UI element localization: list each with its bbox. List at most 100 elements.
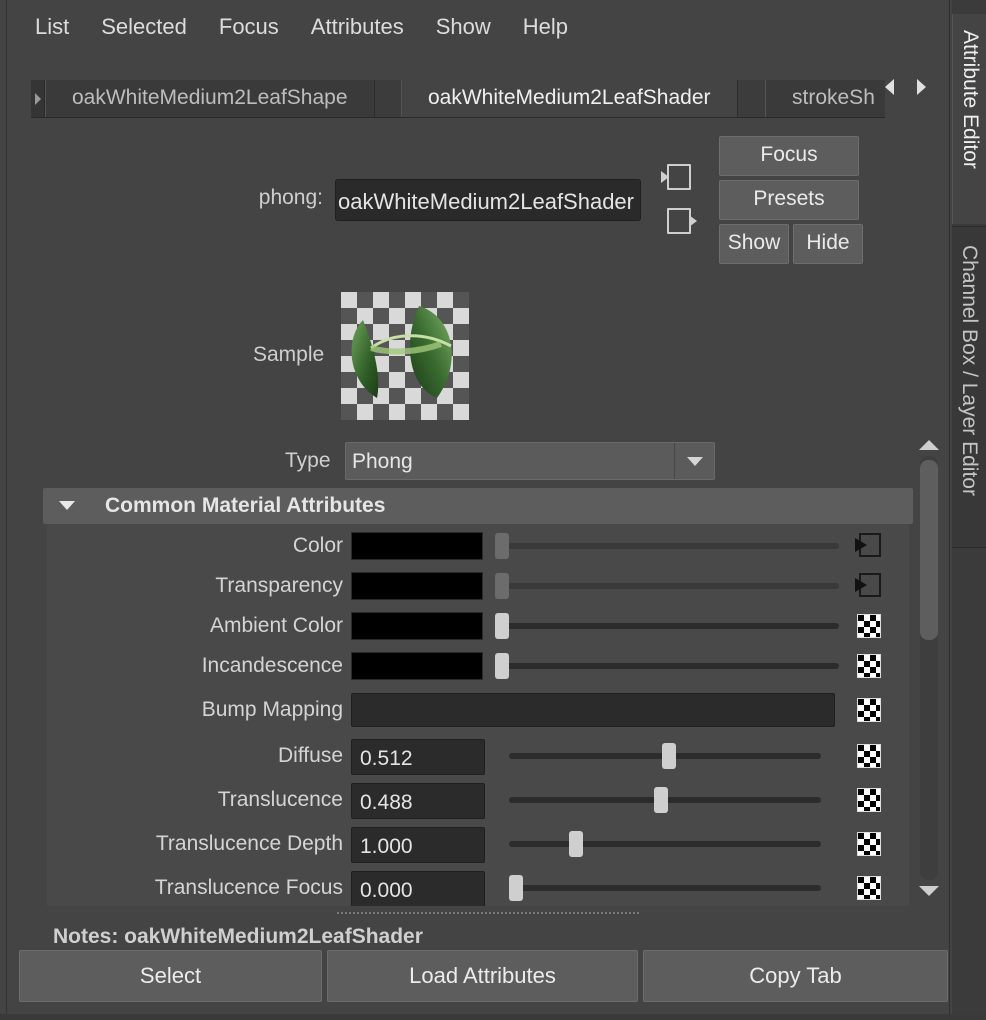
menu-attributes[interactable]: Attributes [295,8,420,52]
map-checker-icon[interactable] [857,832,881,856]
tab-scroll-arrows [881,77,931,99]
material-sample-swatch [341,292,469,420]
menu-list[interactable]: List [19,8,85,52]
attr-row-diffuse: Diffuse 0.512 [47,736,909,776]
splitter-handle[interactable] [337,912,639,914]
map-checker-icon[interactable] [857,744,881,768]
attr-label: Transparency [215,574,343,597]
slider-handle[interactable] [661,743,676,769]
hide-button[interactable]: Hide [793,224,863,264]
slider-handle[interactable] [509,875,523,901]
numeric-value: 1.000 [360,835,413,858]
attr-row-translucence-focus: Translucence Focus 0.000 [47,868,909,906]
tab-scroll-left-icon[interactable] [31,80,45,117]
tab-scroll-next-icon[interactable] [917,79,926,95]
select-button[interactable]: Select [19,950,322,1002]
section-header-common-material[interactable]: Common Material Attributes [43,488,913,524]
section-body: Color Transparency Ambient Color Incande… [47,524,909,906]
numeric-field[interactable]: 0.512 [351,739,485,775]
menu-show[interactable]: Show [420,8,507,52]
section-title: Common Material Attributes [105,494,386,517]
vertical-scrollbar[interactable] [917,436,941,902]
node-type-label: phong: [258,186,323,209]
map-checker-icon[interactable] [857,614,881,638]
attr-row-color: Color [47,526,909,566]
slider-handle[interactable] [495,573,509,599]
input-connections-icon[interactable] [661,162,695,192]
attr-label: Incandescence [201,654,343,677]
sample-label: Sample [253,343,325,366]
copy-tab-button[interactable]: Copy Tab [643,950,948,1002]
presets-button[interactable]: Presets [719,180,859,220]
attr-row-transparency: Transparency [47,566,909,606]
scroll-down-icon[interactable] [919,886,939,896]
slider-track[interactable] [495,583,839,589]
notes-label: Notes: oakWhiteMedium2LeafShader [53,925,423,947]
tab-label: Attribute Editor [959,30,982,169]
attr-label: Bump Mapping [201,698,343,721]
map-input-icon[interactable] [853,571,883,599]
color-swatch[interactable] [351,572,483,600]
color-swatch[interactable] [351,612,483,640]
color-swatch[interactable] [351,652,483,680]
menu-help[interactable]: Help [507,8,584,52]
map-input-icon[interactable] [853,531,883,559]
slider-track[interactable] [495,543,839,549]
map-checker-icon[interactable] [857,788,881,812]
attr-label: Translucence [217,788,343,811]
tab-scroll-prev-icon[interactable] [885,79,894,95]
slider-handle[interactable] [495,533,509,559]
show-button[interactable]: Show [719,224,789,264]
window-bottom-edge [0,1014,986,1020]
numeric-value: 0.488 [360,791,413,814]
menu-selected[interactable]: Selected [85,8,203,52]
slider-handle[interactable] [495,613,509,639]
focus-button[interactable]: Focus [719,136,859,176]
tab-channel-box[interactable]: Channel Box / Layer Editor [952,226,986,548]
attr-row-incandescence: Incandescence [47,646,909,686]
tab-leaf-shape[interactable]: oakWhiteMedium2LeafShape [45,80,375,117]
map-checker-icon[interactable] [857,876,881,900]
attr-row-bump-mapping: Bump Mapping [47,690,909,730]
slider-track[interactable] [509,885,821,891]
attributes-scroll-area: Common Material Attributes Color Transpa… [43,488,913,906]
numeric-field[interactable]: 0.000 [351,871,485,906]
load-attributes-button[interactable]: Load Attributes [327,950,638,1002]
bump-mapping-field[interactable] [351,693,835,727]
side-tab-bar: Attribute Editor Channel Box / Layer Edi… [952,0,986,1014]
color-swatch[interactable] [351,532,483,560]
scroll-up-icon[interactable] [919,440,939,450]
attr-label: Ambient Color [209,614,343,637]
numeric-field[interactable]: 0.488 [351,783,485,819]
menu-focus[interactable]: Focus [203,8,295,52]
node-name-field[interactable]: oakWhiteMedium2LeafShader [335,179,641,221]
tab-label: Channel Box / Layer Editor [958,245,981,496]
map-checker-icon[interactable] [857,654,881,678]
chevron-down-icon [687,457,703,466]
slider-handle[interactable] [568,831,583,857]
tab-attribute-editor[interactable]: Attribute Editor [952,14,986,224]
slider-handle[interactable] [495,653,509,679]
attribute-editor-panel: List Selected Focus Attributes Show Help… [6,0,950,1014]
numeric-value: 0.000 [360,879,413,902]
slider-track[interactable] [495,623,839,629]
numeric-value: 0.512 [360,747,413,770]
type-dropdown[interactable]: Phong [345,442,715,480]
node-name-value: oakWhiteMedium2LeafShader [338,189,634,214]
slider-handle[interactable] [654,787,669,813]
attr-label: Color [292,534,343,557]
output-connections-icon[interactable] [661,206,697,236]
slider-track[interactable] [509,841,821,847]
map-checker-icon[interactable] [857,698,881,722]
attr-row-ambient-color: Ambient Color [47,606,909,646]
tab-leaf-shader[interactable]: oakWhiteMedium2LeafShader [401,80,738,117]
leaf-preview-image [351,306,452,398]
type-label: Type [285,449,331,472]
collapse-triangle-icon [59,501,75,510]
slider-track[interactable] [495,663,839,669]
numeric-field[interactable]: 1.000 [351,827,485,863]
tab-stroke-shape[interactable]: strokeSh [765,80,885,117]
attr-label: Diffuse [278,744,343,767]
scrollbar-thumb[interactable] [920,460,938,640]
type-dropdown-value: Phong [352,450,413,473]
